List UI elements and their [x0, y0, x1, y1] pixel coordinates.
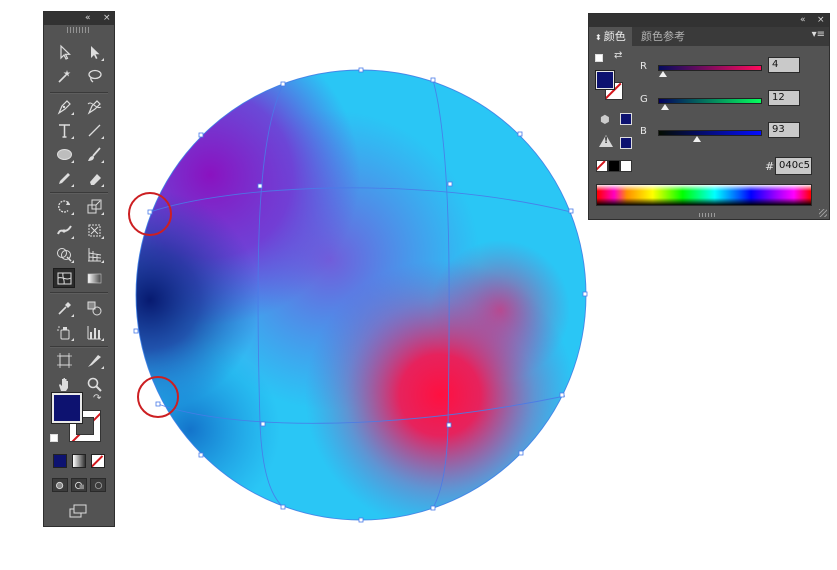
color-panel: « × ⬍ 颜色 颜色参考 ▾≡ ⇄ ⬢ ! R 4 G 12 B 93 # 0… [588, 13, 830, 220]
alert-icon-mark: ! [604, 136, 609, 146]
panel-menu-icon[interactable]: ▾≡ [812, 29, 825, 40]
rotate-tool-icon[interactable] [53, 196, 75, 216]
close-icon[interactable]: × [103, 12, 111, 25]
tab-arrow-icon: ⬍ [595, 33, 602, 42]
r-thumb[interactable] [659, 71, 667, 77]
width-tool-icon[interactable] [53, 220, 75, 240]
symbol-sprayer-tool-icon[interactable] [53, 322, 75, 342]
none-swatch[interactable] [596, 160, 608, 172]
collapse-icon[interactable]: « [800, 14, 806, 27]
pen-tool-icon[interactable] [53, 96, 75, 116]
gradient-tool-icon[interactable] [83, 268, 105, 288]
default-colors-icon[interactable] [595, 54, 603, 62]
type-tool-icon[interactable] [53, 120, 75, 140]
b-value-field[interactable]: 93 [768, 122, 800, 138]
g-value-field[interactable]: 12 [768, 90, 800, 106]
b-track[interactable] [658, 130, 762, 136]
g-thumb[interactable] [661, 104, 669, 110]
pencil-tool-icon[interactable] [53, 168, 75, 188]
draw-normal-button[interactable] [52, 478, 68, 492]
direct-selection-tool-icon[interactable] [83, 42, 105, 62]
slice-tool-icon[interactable] [83, 350, 105, 370]
color-mode-button[interactable] [53, 454, 67, 468]
out-of-web-color-icon[interactable]: ⬢ [600, 113, 610, 126]
curvature-tool-icon[interactable] [83, 96, 105, 116]
gamut-swatch[interactable] [620, 137, 632, 149]
hand-tool-icon[interactable] [53, 374, 75, 394]
b-thumb[interactable] [693, 136, 701, 142]
default-fill-stroke-icon[interactable] [50, 434, 58, 442]
white-swatch[interactable] [620, 160, 632, 172]
fill-swatch[interactable] [51, 392, 83, 424]
collapse-icon[interactable]: « [85, 12, 91, 25]
eraser-tool-icon[interactable] [83, 168, 105, 188]
tab-color-guide[interactable]: 颜色参考 [635, 27, 691, 46]
web-safe-swatch[interactable] [620, 113, 632, 125]
draw-behind-button[interactable] [71, 478, 87, 492]
artboard-tool-icon[interactable] [53, 350, 75, 370]
shape-builder-tool-icon[interactable] [53, 244, 75, 264]
color-spectrum-ramp[interactable] [596, 184, 812, 206]
hex-value-field[interactable]: 040c5 [775, 157, 812, 175]
blend-tool-icon[interactable] [83, 298, 105, 318]
selection-tool-icon[interactable] [53, 42, 75, 62]
tools-panel: « × ↷ [43, 11, 115, 527]
paintbrush-tool-icon[interactable] [83, 144, 105, 164]
close-icon[interactable]: × [817, 14, 825, 27]
color-panel-tabs: ⬍ 颜色 颜色参考 ▾≡ [589, 27, 829, 46]
lasso-tool-icon[interactable] [83, 66, 105, 86]
ellipse-tool-icon[interactable] [53, 144, 75, 164]
panel-grip[interactable] [67, 27, 91, 33]
screen-mode-button[interactable] [67, 503, 89, 519]
panel-fill-swatch[interactable] [595, 70, 615, 90]
panel-resize-grip[interactable] [699, 213, 717, 217]
perspective-grid-tool-icon[interactable] [83, 244, 105, 264]
black-swatch[interactable] [608, 160, 620, 172]
tab-color[interactable]: ⬍ 颜色 [589, 27, 632, 46]
resize-corner-icon[interactable] [819, 209, 827, 217]
swap-fill-stroke-icon[interactable]: ↷ [93, 393, 101, 404]
scale-tool-icon[interactable] [83, 196, 105, 216]
mesh-tool-icon[interactable] [53, 268, 75, 288]
zoom-tool-icon[interactable] [83, 374, 105, 394]
g-track[interactable] [658, 98, 762, 104]
none-mode-button[interactable] [91, 454, 105, 468]
eyedropper-tool-icon[interactable] [53, 298, 75, 318]
free-transform-tool-icon[interactable] [83, 220, 105, 240]
r-track[interactable] [658, 65, 762, 71]
color-panel-titlebar[interactable]: « × [589, 14, 829, 27]
draw-inside-button[interactable] [90, 478, 106, 492]
hex-label: # [765, 160, 775, 173]
tools-panel-titlebar[interactable]: « × [44, 12, 114, 25]
r-value-field[interactable]: 4 [768, 57, 800, 73]
line-segment-tool-icon[interactable] [83, 120, 105, 140]
gradient-mode-button[interactable] [72, 454, 86, 468]
column-graph-tool-icon[interactable] [83, 322, 105, 342]
magic-wand-tool-icon[interactable] [53, 66, 75, 86]
swap-colors-icon[interactable]: ⇄ [614, 50, 622, 61]
